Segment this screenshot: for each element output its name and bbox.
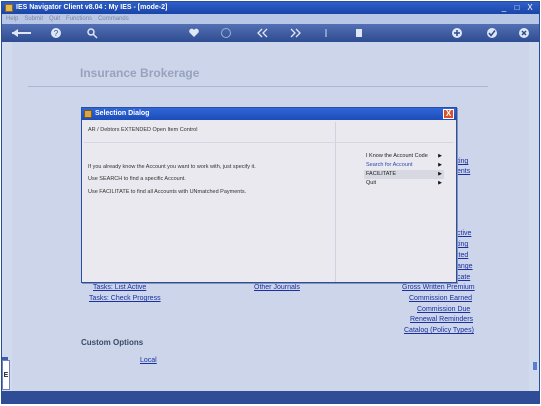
dialog-title-bar[interactable]: Selection Dialog X [82,108,456,120]
link-catalog-policy-types[interactable]: Catalog (Policy Types) [404,327,474,334]
svg-text:?: ? [54,29,59,38]
right-link-partial-1[interactable]: ting [457,158,468,165]
heading-divider [28,86,488,87]
link-local[interactable]: Local [140,357,157,364]
menu-item-label: FACILITATE [366,171,397,177]
back-arrow-icon[interactable] [10,27,32,39]
menu-item-quit[interactable]: Quit ▶ [364,179,444,188]
dialog-text-line-1: If you already know the Account you want… [88,164,256,170]
selection-dialog: Selection Dialog X AR / Debtors EXTENDED… [81,107,457,283]
link-other-journals[interactable]: Other Journals [254,284,300,291]
rewind-icon[interactable] [256,27,270,39]
status-bar [2,391,539,403]
link-gross-written-premium[interactable]: Gross Written Premium [402,284,475,291]
menu-help[interactable]: Help [6,14,18,24]
link-tasks-check-progress[interactable]: Tasks: Check Progress [89,295,161,302]
chevron-right-icon: ▶ [438,153,442,159]
menu-commands[interactable]: Commands [98,14,129,24]
dialog-option-menu: I Know the Account Code ▶ Search for Acc… [364,152,444,188]
right-link-partial-5[interactable]: ited [457,252,468,259]
menu-bar: Help Submit Quit Functions Commands [2,14,539,24]
chevron-right-icon: ▶ [438,171,442,177]
search-icon[interactable] [86,27,98,39]
right-link-partial-3[interactable]: ctive [457,230,471,237]
scrollbar[interactable] [533,362,537,370]
minimize-button[interactable]: _ [499,3,509,13]
maximize-button[interactable]: □ [512,3,522,13]
chevron-right-icon: ▶ [438,180,442,186]
link-commission-earned[interactable]: Commission Earned [409,295,472,302]
right-link-partial-4[interactable]: ting [457,241,468,248]
right-link-partial-2[interactable]: ents [457,168,470,175]
dialog-info-panel [84,122,336,282]
menu-item-label: Quit [366,180,377,186]
dialog-close-button[interactable]: X [443,109,454,119]
menu-item-know-account-code[interactable]: I Know the Account Code ▶ [364,152,444,161]
menu-functions[interactable]: Functions [66,14,92,24]
menu-item-label: Search for Account [366,162,413,168]
title-bar[interactable]: IES Navigator Client v8.04 : My IES - [m… [2,2,539,14]
close-window-button[interactable]: X [525,3,535,13]
page-title: Insurance Brokerage [80,66,200,80]
side-tab[interactable]: E [2,360,10,390]
clock-icon[interactable] [220,27,232,39]
bar-icon[interactable] [322,27,330,39]
menu-item-label: I Know the Account Code [366,153,428,159]
dialog-text-line-2: Use SEARCH to find a specific Account. [88,176,186,182]
custom-options-title: Custom Options [81,338,144,347]
forward-icon[interactable] [288,27,302,39]
heart-icon[interactable] [188,27,200,39]
app-window: IES Navigator Client v8.04 : My IES - [m… [1,1,540,404]
link-commission-due[interactable]: Commission Due [417,306,470,313]
window-title: IES Navigator Client v8.04 : My IES - [m… [16,4,168,11]
menu-quit[interactable]: Quit [49,14,60,24]
add-icon[interactable] [451,27,463,39]
dialog-app-icon [84,110,92,118]
stop-icon[interactable] [354,27,364,39]
right-link-partial-6[interactable]: ange [457,263,473,270]
dialog-divider [84,142,336,143]
link-renewal-reminders[interactable]: Renewal Reminders [410,316,473,323]
close-icon[interactable] [518,27,530,39]
right-link-partial-7[interactable]: cate [457,274,470,281]
dialog-divider-right [336,142,454,143]
menu-submit[interactable]: Submit [24,14,43,24]
help-icon[interactable]: ? [50,27,62,39]
link-tasks-list-active[interactable]: Tasks: List Active [93,284,146,291]
menu-item-facilitate[interactable]: FACILITATE ▶ [364,170,444,179]
check-icon[interactable] [486,27,498,39]
dialog-subtitle: AR / Debtors EXTENDED Open Item Control [88,127,198,133]
app-icon [5,4,13,12]
dialog-text-line-3: Use FACILITATE to find all Accounts with… [88,189,247,195]
chevron-right-icon: ▶ [438,162,442,168]
dialog-title: Selection Dialog [95,110,150,117]
toolbar: ? [2,24,539,42]
menu-item-search-for-account[interactable]: Search for Account ▶ [364,161,444,170]
